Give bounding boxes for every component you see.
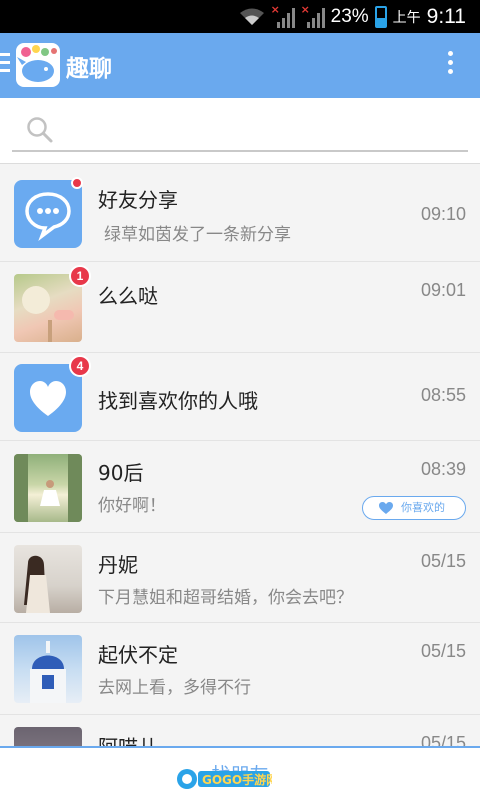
conversation-message: 去网上看，多得不行 xyxy=(98,678,251,698)
signal-icon-2: × xyxy=(301,3,325,28)
app-title: 趣聊 xyxy=(66,56,112,82)
conversation-name: 找到喜欢你的人哦 xyxy=(98,389,258,413)
conversation-message: 下月慧姐和超哥结婚，你会去吧？ xyxy=(98,588,353,608)
list-item[interactable]: 90后 你好啊！ 08:39 你喜欢的 xyxy=(0,441,480,533)
heart-icon xyxy=(379,502,393,514)
like-tag[interactable]: 你喜欢的 xyxy=(362,496,466,520)
overflow-menu-icon[interactable] xyxy=(446,51,454,81)
conversation-time: 08:55 xyxy=(420,385,466,405)
unread-badge: 4 xyxy=(69,355,91,377)
app-bar: 趣聊 xyxy=(0,33,480,98)
conversation-name: 90后 xyxy=(98,461,144,485)
conversation-message: 绿草如茵发了一条新分享 xyxy=(104,225,291,245)
clock: 9:11 xyxy=(426,4,466,28)
conversation-name: 好友分享 xyxy=(98,188,178,212)
whale-logo-icon xyxy=(17,45,57,82)
unread-badge: 1 xyxy=(69,265,91,287)
avatar xyxy=(14,177,83,248)
signal-icon: × xyxy=(271,3,295,28)
avatar-photo xyxy=(30,641,66,703)
bottom-bar: 找朋友 GOGO手游网 xyxy=(0,746,480,800)
conversation-time: 05/15 xyxy=(420,733,466,746)
list-item[interactable]: 1 么么哒 09:01 xyxy=(0,262,480,353)
avatar xyxy=(14,635,82,703)
avatar xyxy=(14,454,82,522)
drawer-icon[interactable] xyxy=(0,53,10,77)
conversation-time: 05/15 xyxy=(420,551,466,571)
search-icon xyxy=(27,117,53,143)
avatar xyxy=(14,727,82,746)
conversation-name: 丹妮 xyxy=(98,553,138,577)
conversation-message: 你好啊！ xyxy=(98,496,166,516)
list-item[interactable]: 好友分享 绿草如茵发了一条新分享 09:10 xyxy=(0,164,480,262)
status-bar: × × 23% 上午 9:11 xyxy=(0,0,480,33)
conversation-time: 05/15 xyxy=(420,641,466,661)
battery-icon xyxy=(374,5,387,28)
avatar-photo xyxy=(14,454,82,522)
share-icon xyxy=(25,192,71,241)
conversation-name: 阿喵儿 xyxy=(98,731,158,746)
conversation-time: 09:01 xyxy=(420,280,466,300)
battery-percent: 23% xyxy=(330,5,369,27)
avatar: 4 xyxy=(14,355,91,432)
list-item[interactable]: 阿喵儿 05/15 xyxy=(0,715,480,746)
conversation-list: 好友分享 绿草如茵发了一条新分享 09:10 1 么么哒 09:01 4 找到喜 xyxy=(0,164,480,746)
wifi-icon xyxy=(239,8,264,25)
search-bar xyxy=(0,98,480,164)
unread-dot xyxy=(71,177,83,189)
ampm-label: 上午 xyxy=(392,9,421,26)
conversation-name: 起伏不定 xyxy=(98,643,178,667)
svg-text:GOGO手游网: GOGO手游网 xyxy=(202,772,272,787)
like-tag-label: 你喜欢的 xyxy=(401,501,445,514)
avatar xyxy=(14,545,82,613)
app-logo[interactable] xyxy=(16,43,60,87)
avatar: 1 xyxy=(14,265,91,342)
list-item[interactable]: 起伏不定 去网上看，多得不行 05/15 xyxy=(0,623,480,715)
list-item[interactable]: 丹妮 下月慧姐和超哥结婚，你会去吧？ 05/15 xyxy=(0,533,480,623)
search-input[interactable] xyxy=(12,106,468,152)
conversation-time: 09:10 xyxy=(420,204,466,224)
conversation-name: 么么哒 xyxy=(98,284,158,308)
avatar-photo xyxy=(24,555,50,613)
list-item[interactable]: 4 找到喜欢你的人哦 08:55 xyxy=(0,353,480,441)
gogo-watermark-logo: GOGO手游网 xyxy=(177,769,272,789)
conversation-time: 08:39 xyxy=(420,459,466,479)
